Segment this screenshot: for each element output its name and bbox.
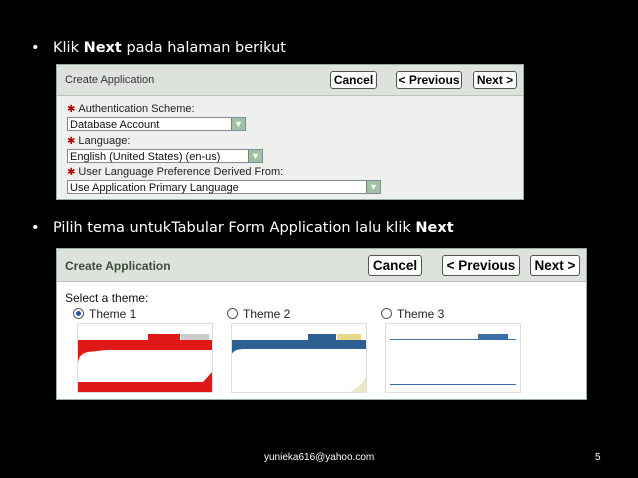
panel-header: Create Application Cancel < Previous Nex… [57, 249, 586, 282]
create-application-panel-2: Create Application Cancel < Previous Nex… [56, 248, 587, 400]
instruction-text-bold: Next [83, 40, 122, 56]
bullet-instruction-2: • Pilih tema untukTabular Form Applicatio… [31, 220, 454, 236]
theme-1-label[interactable]: Theme 1 [89, 307, 136, 321]
instruction-text-bold: Next [415, 220, 454, 236]
theme-2-preview[interactable] [231, 323, 367, 393]
bullet-dot: • [31, 220, 40, 236]
theme-3-label[interactable]: Theme 3 [397, 307, 444, 321]
chevron-down-icon: ▼ [231, 118, 245, 130]
theme-2-preview-image [232, 324, 366, 392]
theme-2-label[interactable]: Theme 2 [243, 307, 290, 321]
create-application-panel-1: Create Application Cancel < Previous Nex… [56, 64, 524, 200]
footer-email: yunieka616@yahoo.com [264, 452, 375, 463]
theme-2-radio[interactable] [227, 308, 238, 319]
theme-3-preview[interactable] [385, 323, 521, 393]
previous-button[interactable]: < Previous [396, 71, 462, 89]
next-button[interactable]: Next > [530, 255, 580, 276]
language-select[interactable]: English (United States) (en-us) ▼ [67, 149, 263, 163]
auth-scheme-select[interactable]: Database Account ▼ [67, 117, 246, 131]
required-icon: ✱ [67, 136, 76, 147]
cancel-button[interactable]: Cancel [330, 71, 377, 89]
required-icon: ✱ [67, 104, 76, 115]
page-number: 5 [595, 452, 601, 463]
bullet-dot: • [31, 40, 40, 56]
panel-header: Create Application Cancel < Previous Nex… [57, 65, 523, 96]
theme-3-radio[interactable] [381, 308, 392, 319]
panel-title: Create Application [65, 259, 171, 273]
bullet-instruction-1: • Klik Next pada halaman berikut [31, 40, 286, 56]
instruction-text-pre: Klik [53, 40, 84, 56]
cancel-button[interactable]: Cancel [368, 255, 422, 276]
field-label-auth: ✱ Authentication Scheme: [67, 103, 195, 115]
instruction-text-post: pada halaman berikut [121, 40, 286, 56]
radio-selected-dot [76, 311, 81, 316]
previous-button[interactable]: < Previous [442, 255, 520, 276]
chevron-down-icon: ▼ [366, 181, 380, 193]
theme-1-preview[interactable] [77, 323, 213, 393]
preference-select[interactable]: Use Application Primary Language ▼ [67, 180, 381, 194]
required-icon: ✱ [67, 167, 76, 178]
field-label-language: ✱ Language: [67, 135, 131, 147]
field-label-preference: ✱ User Language Preference Derived From: [67, 166, 284, 178]
chevron-down-icon: ▼ [248, 150, 262, 162]
instruction-text-pre: Pilih tema untukTabular Form Application… [53, 220, 416, 236]
theme-1-preview-image [78, 324, 212, 392]
theme-prompt: Select a theme: [65, 291, 149, 305]
theme-1-radio[interactable] [73, 308, 84, 319]
next-button[interactable]: Next > [473, 71, 517, 89]
panel-title: Create Application [65, 74, 155, 86]
theme-3-preview-image [386, 324, 520, 392]
